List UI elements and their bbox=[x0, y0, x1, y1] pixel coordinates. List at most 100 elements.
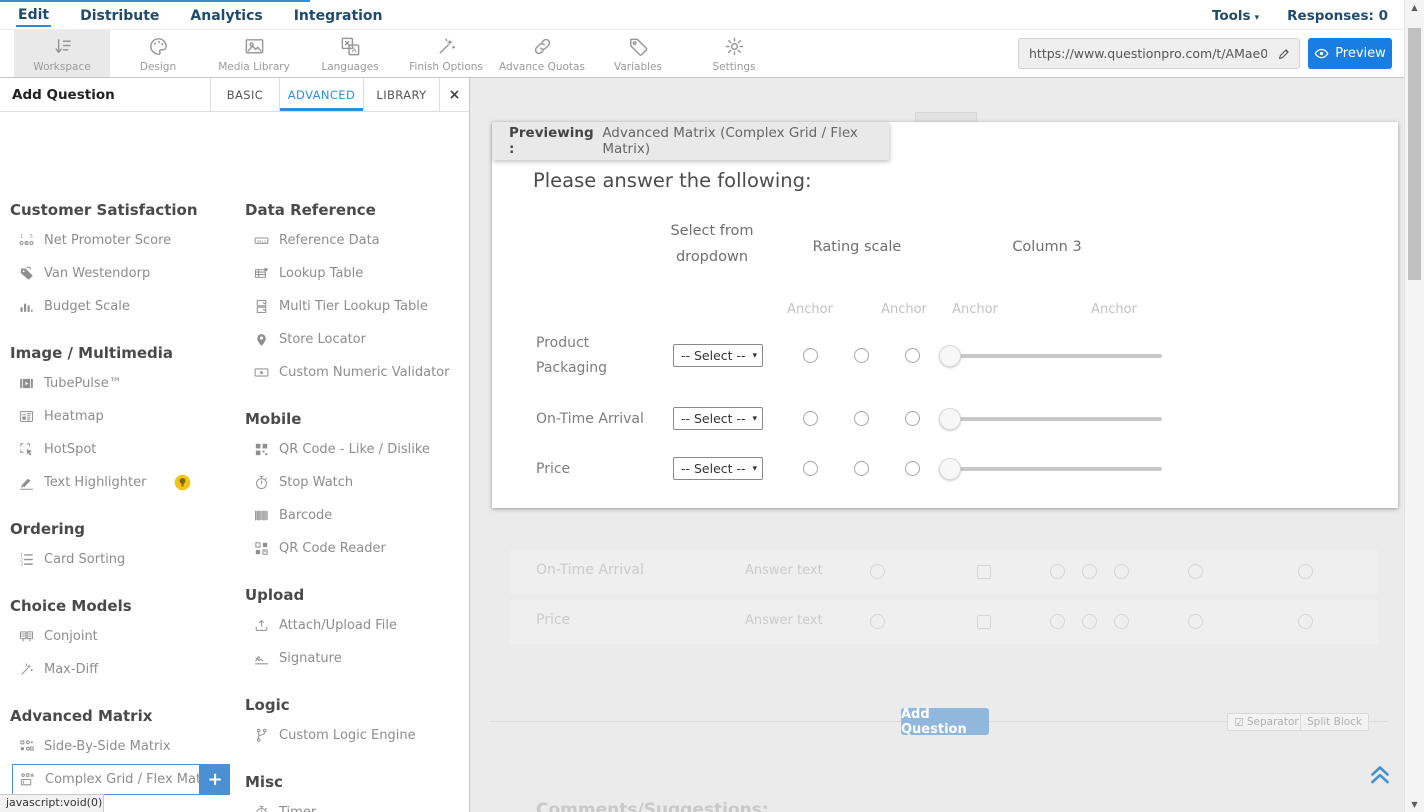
background-checkbox[interactable] bbox=[977, 565, 991, 579]
responses-count[interactable]: Responses: 0 bbox=[1287, 8, 1388, 24]
question-type-max-diff[interactable]: Max-Diff bbox=[10, 653, 240, 686]
background-radio-button[interactable] bbox=[1114, 614, 1129, 629]
tab-basic[interactable]: BASIC bbox=[210, 78, 279, 111]
tools-dropdown[interactable]: Tools▾ bbox=[1212, 8, 1259, 24]
question-type-lookup-table[interactable]: Lookup Table bbox=[245, 257, 470, 290]
toolbar-media-library-button[interactable]: Media Library bbox=[206, 30, 302, 77]
hidden-tab-edge bbox=[915, 112, 977, 122]
question-type-net-promoter-score[interactable]: 15Net Promoter Score bbox=[10, 224, 240, 257]
matrix-radio-button[interactable] bbox=[854, 461, 869, 476]
question-type-barcode[interactable]: Barcode bbox=[245, 499, 470, 532]
question-type-side-by-side-matrix[interactable]: Side-By-Side Matrix bbox=[10, 730, 240, 763]
question-type-store-locator[interactable]: Store Locator bbox=[245, 323, 470, 356]
question-type-van-westendorp[interactable]: Van Westendorp bbox=[10, 257, 240, 290]
slider-track[interactable] bbox=[952, 354, 1162, 358]
background-radio-button[interactable] bbox=[1298, 614, 1313, 629]
question-type-label: Heatmap bbox=[44, 409, 104, 424]
question-type-card-sorting[interactable]: 123Card Sorting bbox=[10, 543, 240, 576]
nav-tab-distribute[interactable]: Distribute bbox=[78, 6, 161, 26]
matrix-radio-button[interactable] bbox=[905, 348, 920, 363]
split-block-button[interactable]: Split Block bbox=[1300, 713, 1369, 731]
background-radio-button[interactable] bbox=[870, 614, 885, 629]
matrix-radio-button[interactable] bbox=[905, 411, 920, 426]
row-highlight bbox=[510, 600, 1378, 644]
question-type-custom-numeric-validator[interactable]: Custom Numeric Validator bbox=[245, 356, 470, 389]
matrix-radio-button[interactable] bbox=[803, 461, 818, 476]
page-scrollbar[interactable]: ▲ ▼ bbox=[1404, 0, 1424, 812]
tab-library[interactable]: LIBRARY bbox=[363, 78, 439, 111]
matrix-radio-button[interactable] bbox=[854, 411, 869, 426]
question-type-stop-watch[interactable]: Stop Watch bbox=[245, 466, 470, 499]
languages-icon: A bbox=[339, 35, 362, 58]
separator-toggle-button[interactable]: ☑Separator bbox=[1227, 713, 1306, 731]
background-radio-button[interactable] bbox=[1050, 614, 1065, 629]
background-radio-button[interactable] bbox=[1082, 614, 1097, 629]
background-radio-button[interactable] bbox=[1050, 564, 1065, 579]
add-selected-question-button[interactable]: + bbox=[200, 764, 230, 795]
slider-track[interactable] bbox=[952, 417, 1162, 421]
survey-url-input[interactable] bbox=[1019, 46, 1269, 61]
matrix-radio-button[interactable] bbox=[854, 348, 869, 363]
toolbar-variables-button[interactable]: Variables bbox=[590, 30, 686, 77]
matrix-radio-button[interactable] bbox=[905, 461, 920, 476]
edit-url-button[interactable] bbox=[1269, 39, 1299, 68]
matrix-select-dropdown[interactable]: -- Select --▾ bbox=[673, 344, 763, 367]
scrollbar-thumb[interactable] bbox=[1408, 28, 1421, 280]
question-type-timer[interactable]: Timer bbox=[245, 796, 470, 812]
toolbar-settings-button[interactable]: Settings bbox=[686, 30, 782, 77]
close-panel-button[interactable]: × bbox=[439, 78, 469, 111]
matrix-select-dropdown[interactable]: -- Select --▾ bbox=[673, 457, 763, 480]
question-type-label: Card Sorting bbox=[44, 552, 125, 567]
background-checkbox[interactable] bbox=[977, 615, 991, 629]
question-type-heatmap[interactable]: Heatmap bbox=[10, 400, 240, 433]
preview-button[interactable]: Preview bbox=[1308, 38, 1392, 69]
matrix-select-dropdown[interactable]: -- Select --▾ bbox=[673, 407, 763, 430]
background-radio-button[interactable] bbox=[870, 564, 885, 579]
toolbar-finish-options-button[interactable]: Finish Options bbox=[398, 30, 494, 77]
nav-tab-integration[interactable]: Integration bbox=[292, 6, 385, 26]
toolbar-workspace-button[interactable]: Workspace bbox=[14, 30, 110, 77]
question-type-budget-scale[interactable]: Budget Scale bbox=[10, 290, 240, 323]
toolbar-advance-quotas-button[interactable]: Advance Quotas bbox=[494, 30, 590, 77]
nav-tab-analytics[interactable]: Analytics bbox=[188, 6, 264, 26]
question-type-attach-upload-file[interactable]: Attach/Upload File bbox=[245, 609, 470, 642]
section-title: Advanced Matrix bbox=[10, 707, 240, 727]
question-type-label: Side-By-Side Matrix bbox=[44, 739, 171, 754]
slider-track[interactable] bbox=[952, 467, 1162, 471]
slider-handle[interactable] bbox=[939, 345, 961, 367]
question-type-hotspot[interactable]: HotSpot bbox=[10, 433, 240, 466]
tab-advanced[interactable]: ADVANCED bbox=[279, 78, 363, 111]
slider-handle[interactable] bbox=[939, 408, 961, 430]
slider-handle[interactable] bbox=[939, 458, 961, 480]
nav-tab-edit[interactable]: Edit bbox=[16, 5, 51, 27]
matrix-radio-button[interactable] bbox=[803, 348, 818, 363]
background-radio-button[interactable] bbox=[1298, 564, 1313, 579]
question-type-qr-code-like-dislike[interactable]: QR Code - Like / Dislike bbox=[245, 433, 470, 466]
add-question-button[interactable]: Add Question bbox=[901, 708, 989, 735]
question-type-signature[interactable]: Signature bbox=[245, 642, 470, 675]
question-type-text-highlighter[interactable]: Text Highlighter bbox=[10, 466, 240, 499]
question-type-qr-code-reader[interactable]: QR Code Reader bbox=[245, 532, 470, 565]
question-type-tubepulse[interactable]: TubePulse™ bbox=[10, 367, 240, 400]
answer-text-placeholder[interactable]: Answer text bbox=[745, 613, 823, 628]
question-type-multi-tier-lookup-table[interactable]: Multi Tier Lookup Table bbox=[245, 290, 470, 323]
svg-text:A: A bbox=[351, 45, 356, 54]
toolbar-design-button[interactable]: Design bbox=[110, 30, 206, 77]
question-type-complex-grid-flex-matrix[interactable]: Complex Grid / Flex Matrix+ bbox=[10, 763, 240, 796]
answer-text-placeholder[interactable]: Answer text bbox=[745, 563, 823, 578]
matrix-radio-button[interactable] bbox=[803, 411, 818, 426]
question-type-reference-data[interactable]: 94123Reference Data bbox=[245, 224, 470, 257]
background-radio-button[interactable] bbox=[1082, 564, 1097, 579]
scroll-to-top-button[interactable] bbox=[1367, 761, 1393, 791]
scrollbar-up-arrow[interactable]: ▲ bbox=[1405, 3, 1424, 12]
background-radio-button[interactable] bbox=[1114, 564, 1129, 579]
question-type-custom-logic-engine[interactable]: Custom Logic Engine bbox=[245, 719, 470, 752]
background-radio-button[interactable] bbox=[1188, 614, 1203, 629]
scrollbar-down-arrow[interactable]: ▼ bbox=[1405, 800, 1424, 809]
toolbar-languages-button[interactable]: ALanguages bbox=[302, 30, 398, 77]
question-type-label: Multi Tier Lookup Table bbox=[279, 299, 428, 314]
question-type-conjoint[interactable]: Conjoint bbox=[10, 620, 240, 653]
background-radio-button[interactable] bbox=[1188, 564, 1203, 579]
selected-question-type[interactable]: Complex Grid / Flex Matrix bbox=[12, 764, 200, 795]
magic-wand-icon bbox=[18, 661, 35, 678]
